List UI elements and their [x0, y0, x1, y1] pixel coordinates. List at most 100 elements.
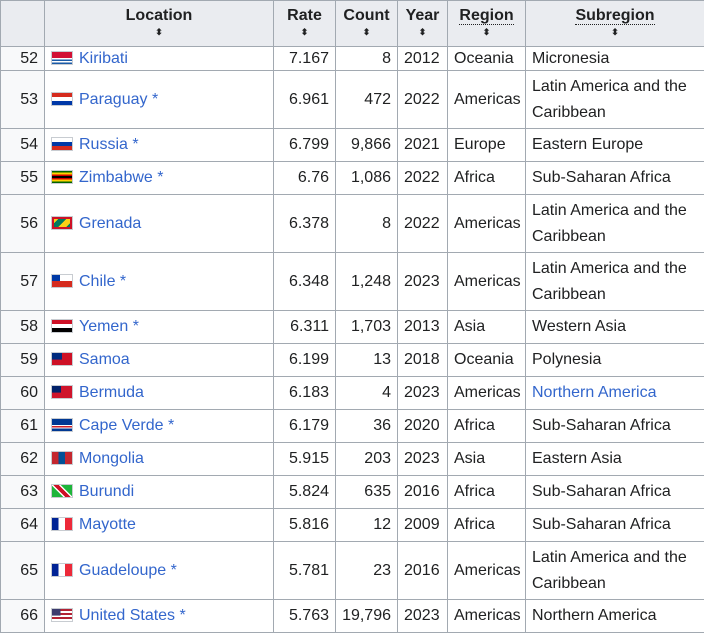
region-cell: Americas: [447, 194, 526, 253]
subregion-header[interactable]: Subregion ⬍: [525, 0, 704, 47]
subregion-text: Eastern Asia: [532, 450, 622, 467]
location-link[interactable]: Chile: [79, 273, 115, 290]
location-link[interactable]: United States: [79, 607, 175, 624]
count-header[interactable]: Count ⬍: [335, 0, 398, 47]
location-link[interactable]: Paraguay: [79, 91, 148, 108]
region-cell: Africa: [447, 409, 526, 443]
location-link[interactable]: Kiribati: [79, 50, 128, 67]
footnote-star[interactable]: *: [180, 607, 186, 624]
subregion-text: Sub-Saharan Africa: [532, 417, 671, 434]
sort-icon[interactable]: ⬍: [280, 28, 329, 37]
location-cell: Bermuda: [44, 376, 274, 410]
sort-icon[interactable]: ⬍: [342, 28, 391, 37]
mongolia-flag-icon: [51, 451, 73, 465]
rate-cell: 5.824: [273, 475, 336, 509]
table-row: 64 Mayotte 5.816 12 2009 Africa Sub-Saharan Af…: [0, 508, 704, 542]
year-cell: 2009: [397, 508, 448, 542]
region-header[interactable]: Region ⬍: [447, 0, 526, 47]
region-cell: Americas: [447, 70, 526, 129]
location-cell: Chile *: [44, 252, 274, 311]
count-cell: 1,703: [335, 310, 398, 344]
table-row: 61 Cape Verde * 6.179 36 2020 Africa Sub-Sahar…: [0, 409, 704, 443]
russia-flag-icon: [51, 137, 73, 151]
subregion-cell[interactable]: Northern America: [525, 376, 704, 410]
subregion-text: Eastern Europe: [532, 136, 644, 153]
table-row: 63 Burundi 5.824 635 2016 Africa Sub-Saharan A…: [0, 475, 704, 509]
year-cell: 2018: [397, 343, 448, 377]
subregion-text: Latin America and the Caribbean: [532, 77, 687, 121]
year-cell: 2022: [397, 70, 448, 129]
chile-flag-icon: [51, 273, 73, 288]
location-link[interactable]: Burundi: [79, 483, 134, 500]
footnote-star[interactable]: *: [171, 562, 177, 579]
count-cell: 635: [335, 475, 398, 509]
rank-cell: 57: [0, 252, 45, 311]
location-link[interactable]: Yemen: [79, 318, 128, 335]
header-row: Location ⬍ Rate ⬍ Count ⬍ Year ⬍ Region ⬍ Sub…: [0, 0, 704, 47]
sort-icon[interactable]: ⬍: [532, 28, 698, 37]
location-link[interactable]: Cape Verde: [79, 417, 164, 434]
paraguay-flag-icon: [51, 91, 73, 106]
location-link[interactable]: Russia: [79, 136, 128, 153]
subregion-text: Sub-Saharan Africa: [532, 483, 671, 500]
count-cell: 1,248: [335, 252, 398, 311]
footnote-star[interactable]: *: [157, 169, 163, 186]
year-header[interactable]: Year ⬍: [397, 0, 448, 47]
region-cell: Asia: [447, 442, 526, 476]
year-cell: 2023: [397, 376, 448, 410]
rank-cell: 60: [0, 376, 45, 410]
location-cell: Russia *: [44, 128, 274, 162]
year-cell: 2012: [397, 46, 448, 71]
region-cell: Americas: [447, 541, 526, 600]
data-table: Location ⬍ Rate ⬍ Count ⬍ Year ⬍ Region ⬍ Sub…: [0, 0, 704, 633]
region-cell: Asia: [447, 310, 526, 344]
year-cell: 2023: [397, 252, 448, 311]
region-cell: Oceania: [447, 343, 526, 377]
location-link[interactable]: Bermuda: [79, 384, 144, 401]
sort-icon[interactable]: ⬍: [454, 28, 519, 37]
location-link[interactable]: Mongolia: [79, 450, 144, 467]
grenada-flag-icon: [51, 215, 73, 230]
year-cell: 2023: [397, 442, 448, 476]
location-cell: Guadeloupe *: [44, 541, 274, 600]
location-cell: Paraguay *: [44, 70, 274, 129]
rank-cell: 62: [0, 442, 45, 476]
footnote-star[interactable]: *: [152, 91, 158, 108]
cape-verde-flag-icon: [51, 418, 73, 432]
count-cell: 203: [335, 442, 398, 476]
footnote-star[interactable]: *: [132, 136, 138, 153]
region-cell: Americas: [447, 252, 526, 311]
location-link[interactable]: Guadeloupe: [79, 562, 166, 579]
location-cell: Zimbabwe *: [44, 161, 274, 195]
year-cell: 2023: [397, 599, 448, 633]
location-header[interactable]: Location ⬍: [44, 0, 274, 47]
zimbabwe-flag-icon: [51, 170, 73, 184]
sort-icon[interactable]: ⬍: [404, 28, 441, 37]
location-link[interactable]: Zimbabwe: [79, 169, 153, 186]
rate-cell: 5.763: [273, 599, 336, 633]
footnote-star[interactable]: *: [168, 417, 174, 434]
count-cell: 1,086: [335, 161, 398, 195]
subregion-cell: Latin America and the Caribbean: [525, 252, 704, 311]
mayotte-flag-icon: [51, 517, 73, 531]
united-states-flag-icon: [51, 608, 73, 622]
subregion-text[interactable]: Northern America: [532, 384, 657, 401]
table-row: 57 Chile * 6.348 1,248 2023 Americas Latin Ame…: [0, 252, 704, 311]
location-link[interactable]: Grenada: [79, 215, 141, 232]
subregion-cell: Northern America: [525, 599, 704, 633]
rate-header[interactable]: Rate ⬍: [273, 0, 336, 47]
location-link[interactable]: Samoa: [79, 351, 130, 368]
sort-icon[interactable]: ⬍: [51, 28, 267, 37]
location-link[interactable]: Mayotte: [79, 516, 136, 533]
year-cell: 2013: [397, 310, 448, 344]
rank-cell: 55: [0, 161, 45, 195]
rank-cell: 61: [0, 409, 45, 443]
footnote-star[interactable]: *: [133, 318, 139, 335]
location-cell: Mongolia: [44, 442, 274, 476]
bermuda-flag-icon: [51, 385, 73, 399]
subregion-text: Latin America and the Caribbean: [532, 201, 687, 245]
table-row: 53 Paraguay * 6.961 472 2022 Americas Latin Am…: [0, 70, 704, 129]
rank-header: [0, 0, 45, 47]
footnote-star[interactable]: *: [120, 273, 126, 290]
rank-cell: 64: [0, 508, 45, 542]
